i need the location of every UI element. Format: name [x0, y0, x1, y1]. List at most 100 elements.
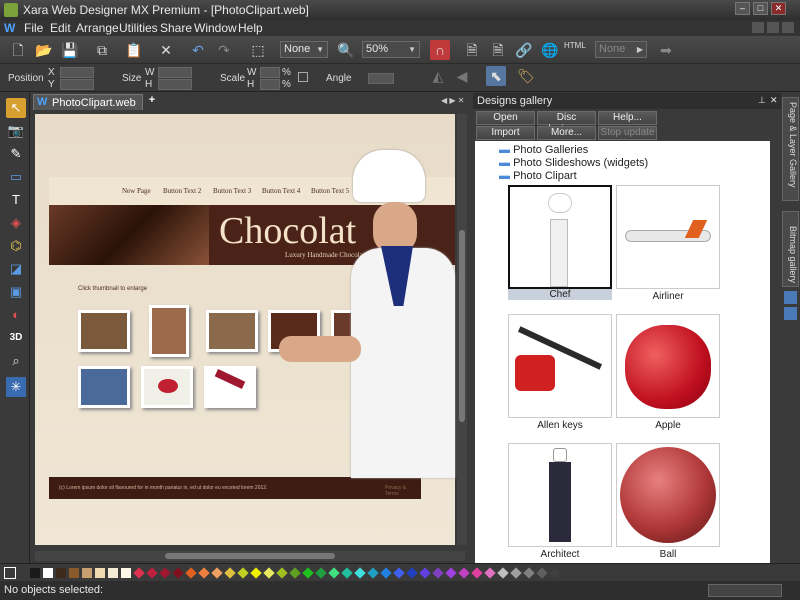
color-swatch[interactable]: [250, 567, 262, 579]
scale-h-field[interactable]: [260, 79, 280, 90]
page-thumbnail[interactable]: [78, 366, 130, 408]
panel-close-icon[interactable]: ✕: [770, 95, 778, 106]
h-field[interactable]: [158, 79, 192, 90]
color-swatch[interactable]: [198, 567, 210, 579]
w-field[interactable]: [158, 67, 192, 78]
3d-tool-icon[interactable]: 3D: [6, 328, 26, 348]
x-field[interactable]: [60, 67, 94, 78]
color-swatch[interactable]: [69, 568, 79, 578]
lock-aspect-icon[interactable]: [298, 72, 308, 82]
flip-horizontal-icon[interactable]: ◭: [428, 66, 448, 86]
disc-designs-button[interactable]: Disc designs...: [537, 111, 596, 135]
panel-pin-icon[interactable]: ⊥: [758, 95, 766, 106]
link-icon[interactable]: 🔗: [514, 40, 534, 60]
color-swatch[interactable]: [237, 567, 249, 579]
zoom-tool-icon[interactable]: ⌕: [6, 351, 26, 371]
open-button[interactable]: Open: [476, 111, 535, 125]
zoom-combo[interactable]: 50% ▼: [362, 41, 420, 58]
color-swatch[interactable]: [30, 568, 40, 578]
color-swatch[interactable]: [510, 567, 522, 579]
page-thumbnail[interactable]: [149, 305, 189, 357]
close-button[interactable]: ✕: [771, 2, 786, 15]
tab-photoclipart[interactable]: W PhotoClipart.web: [33, 94, 143, 110]
color-swatch[interactable]: [172, 567, 184, 579]
footer-link[interactable]: Privacy & Terms: [385, 485, 421, 497]
color-swatch[interactable]: [159, 567, 171, 579]
rectangle-tool-icon[interactable]: ▭: [6, 167, 26, 187]
menu-file[interactable]: File: [24, 21, 43, 35]
delete-icon[interactable]: ✕: [156, 40, 176, 60]
color-swatch[interactable]: [536, 567, 548, 579]
vertical-scrollbar[interactable]: [457, 114, 467, 545]
color-swatch[interactable]: [341, 567, 353, 579]
arrow-right-icon[interactable]: ➡: [656, 40, 676, 60]
maximize-button[interactable]: □: [753, 2, 768, 15]
undo-icon[interactable]: ↶: [188, 40, 208, 60]
color-swatch[interactable]: [432, 567, 444, 579]
none-combo[interactable]: None ▶: [595, 41, 647, 58]
menu-share[interactable]: Share: [160, 21, 192, 35]
color-swatch[interactable]: [523, 567, 535, 579]
import-button[interactable]: Import: [476, 126, 535, 140]
help-button[interactable]: Help...: [598, 111, 657, 125]
horizontal-scroll-thumb[interactable]: [165, 553, 335, 559]
web-props-icon[interactable]: 🌐: [540, 40, 560, 60]
gallery-icon[interactable]: [784, 307, 797, 320]
shadow-tool-icon[interactable]: ◪: [6, 259, 26, 279]
gallery-icon[interactable]: [784, 291, 797, 304]
paste-icon[interactable]: 📋: [124, 40, 144, 60]
nav-item[interactable]: Button Text 5: [311, 187, 349, 195]
color-swatch[interactable]: [549, 567, 561, 579]
folder-photo-slideshows[interactable]: ▬ Photo Slideshows (widgets): [499, 157, 648, 169]
new-doc-icon[interactable]: 🗋: [8, 40, 28, 60]
color-swatch[interactable]: [263, 567, 275, 579]
menu-window[interactable]: Window: [194, 21, 237, 35]
photo-tool-icon[interactable]: 📷: [6, 121, 26, 141]
nav-item[interactable]: Button Text 3: [213, 187, 251, 195]
text-tool-icon[interactable]: T: [6, 190, 26, 210]
page-thumbnail[interactable]: [78, 310, 130, 352]
color-swatch[interactable]: [56, 568, 66, 578]
nav-item[interactable]: New Page: [122, 187, 151, 195]
copy-icon[interactable]: ⧉: [92, 40, 112, 60]
color-swatch[interactable]: [354, 567, 366, 579]
transparency-tool-icon[interactable]: ⌬: [6, 236, 26, 256]
horizontal-scrollbar[interactable]: [35, 551, 465, 561]
y-field[interactable]: [60, 79, 94, 90]
color-swatch[interactable]: [419, 567, 431, 579]
nav-item[interactable]: Button Text 4: [262, 187, 300, 195]
color-swatch[interactable]: [289, 567, 301, 579]
magnet-icon[interactable]: ∩: [430, 40, 450, 60]
folder-photo-clipart[interactable]: ▬ Photo Clipart: [499, 170, 577, 182]
doc-close-button[interactable]: [782, 22, 794, 33]
doc-restore-button[interactable]: [767, 22, 779, 33]
scale-w-field[interactable]: [260, 67, 280, 78]
color-swatch[interactable]: [146, 567, 158, 579]
live-copy-tool-icon[interactable]: ✳: [6, 377, 26, 397]
stop-update-button[interactable]: Stop update: [598, 126, 657, 140]
menu-utilities[interactable]: Utilities: [119, 21, 158, 35]
color-swatch[interactable]: [121, 568, 131, 578]
more-button[interactable]: More...: [537, 126, 596, 140]
gallery-item-architect[interactable]: [508, 443, 612, 547]
color-swatch[interactable]: [43, 568, 53, 578]
gallery-item-allen-keys[interactable]: [508, 314, 612, 418]
new-tab-button[interactable]: +: [145, 94, 159, 110]
nav-item[interactable]: Button Text 2: [163, 187, 201, 195]
color-swatch[interactable]: [82, 568, 92, 578]
color-swatch[interactable]: [471, 567, 483, 579]
tab-scroll-icon[interactable]: ◀ ▶ ✕: [441, 96, 464, 105]
gallery-item-chef[interactable]: [508, 185, 612, 289]
page-add-icon[interactable]: 🗎: [488, 40, 508, 60]
tab-bitmap-gallery[interactable]: Bitmap gallery: [782, 211, 799, 287]
mould-tool-icon[interactable]: ▣: [6, 282, 26, 302]
menu-help[interactable]: Help: [238, 21, 263, 35]
page-thumbnail[interactable]: [206, 310, 258, 352]
select-inside-icon[interactable]: ⬉: [486, 66, 506, 86]
color-swatch[interactable]: [276, 567, 288, 579]
doc-minimize-button[interactable]: [752, 22, 764, 33]
color-swatch[interactable]: [302, 567, 314, 579]
color-swatch[interactable]: [484, 567, 496, 579]
fill-tool-icon[interactable]: ◈: [6, 213, 26, 233]
no-color-swatch[interactable]: [4, 567, 16, 579]
